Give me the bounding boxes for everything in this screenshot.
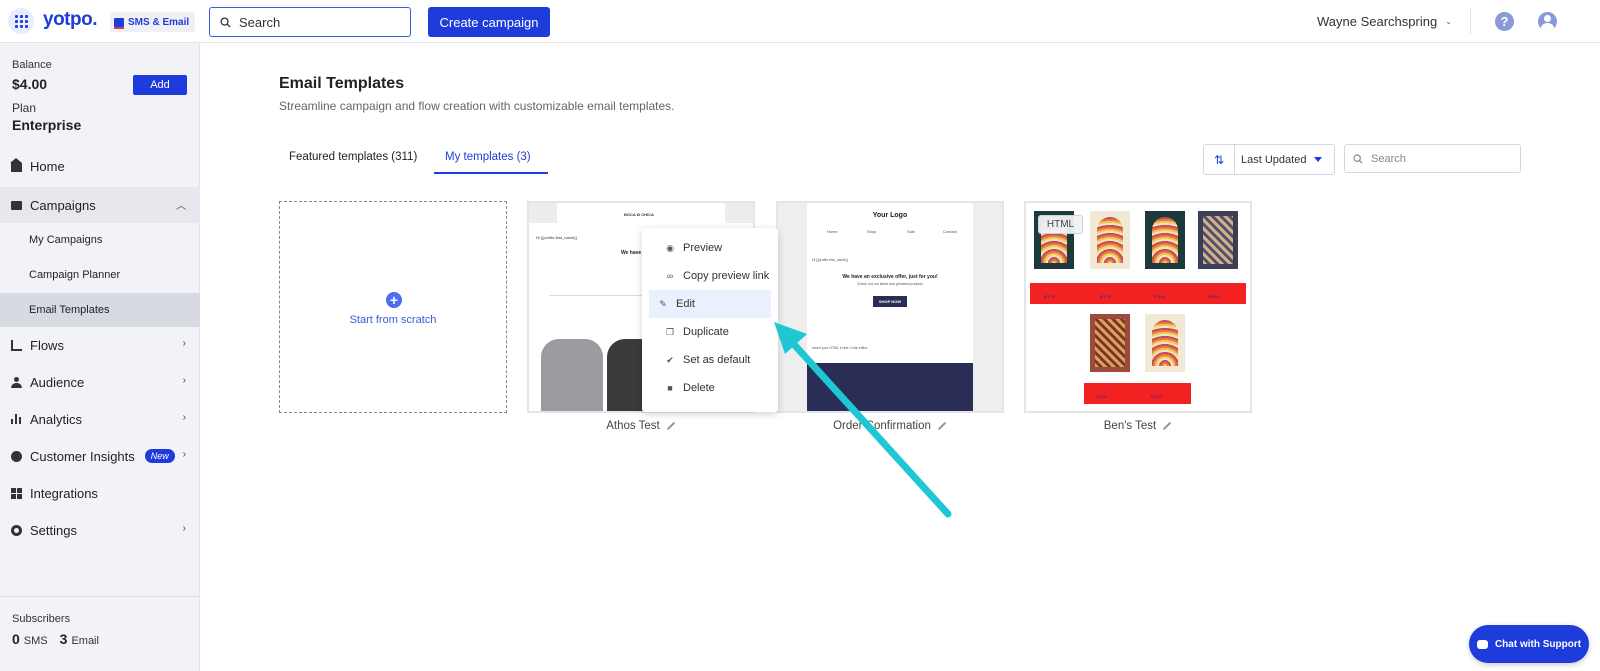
chat-label: Chat with Support xyxy=(1494,638,1582,650)
chat-with-support-button[interactable]: Chat with Support xyxy=(1469,625,1589,663)
annotation-arrow xyxy=(774,322,952,518)
chat-bubble-icon xyxy=(1476,639,1488,649)
